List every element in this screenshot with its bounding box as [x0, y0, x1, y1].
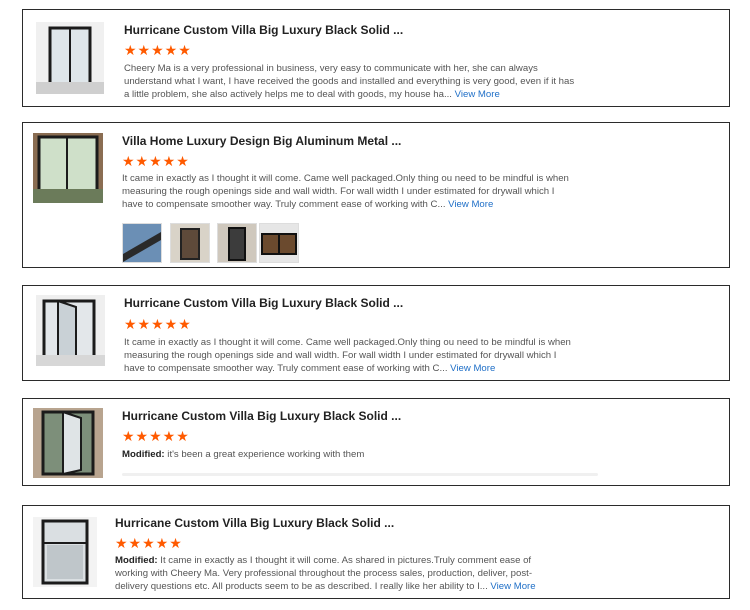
review-photo-1[interactable] — [122, 223, 162, 263]
review-text: Modified: It came in exactly as I though… — [115, 554, 555, 593]
review-text: It came in exactly as I thought it will … — [122, 172, 577, 211]
review-card: Hurricane Custom Villa Big Luxury Black … — [22, 398, 730, 486]
review-text: Modified: it's been a great experience w… — [122, 448, 577, 461]
review-photo-2[interactable] — [170, 223, 210, 263]
modified-label: Modified: — [115, 555, 158, 566]
photo-image — [171, 224, 209, 262]
star-rating: ★★★★★ — [122, 153, 190, 169]
star-rating: ★★★★★ — [124, 42, 192, 58]
review-text: It came in exactly as I thought it will … — [124, 336, 579, 375]
photo-image — [123, 224, 161, 262]
review-product-title[interactable]: Hurricane Custom Villa Big Luxury Black … — [115, 516, 394, 530]
review-card: Hurricane Custom Villa Big Luxury Black … — [22, 9, 730, 107]
product-thumbnail[interactable] — [33, 133, 103, 203]
door-image — [33, 517, 97, 587]
review-text: Cheery Ma is a very professional in busi… — [124, 62, 579, 101]
view-more-link[interactable]: View More — [450, 363, 495, 374]
view-more-link[interactable]: View More — [455, 89, 500, 100]
review-photo-3[interactable] — [217, 223, 257, 263]
door-image — [33, 133, 103, 203]
review-text-content: It came in exactly as I thought it will … — [124, 337, 571, 374]
product-thumbnail[interactable] — [33, 517, 97, 587]
review-card: Hurricane Custom Villa Big Luxury Black … — [22, 285, 730, 381]
photo-image — [218, 224, 256, 262]
product-thumbnail[interactable] — [36, 22, 104, 94]
door-image — [36, 295, 105, 366]
review-text-content: It came in exactly as I thought it will … — [115, 555, 533, 592]
review-product-title[interactable]: Hurricane Custom Villa Big Luxury Black … — [124, 23, 403, 37]
star-rating: ★★★★★ — [122, 428, 190, 444]
product-thumbnail[interactable] — [36, 295, 105, 366]
photo-image — [260, 224, 298, 262]
product-thumbnail[interactable] — [33, 408, 103, 478]
review-card: Hurricane Custom Villa Big Luxury Black … — [22, 505, 730, 599]
review-photo-4[interactable] — [259, 223, 299, 263]
review-text-content: It came in exactly as I thought it will … — [122, 173, 569, 210]
review-card: Villa Home Luxury Design Big Aluminum Me… — [22, 122, 730, 268]
star-rating: ★★★★★ — [115, 535, 183, 551]
door-image — [36, 22, 104, 94]
review-text-content: it's been a great experience working wit… — [164, 449, 365, 460]
review-text-content: Cheery Ma is a very professional in busi… — [124, 63, 575, 100]
star-rating: ★★★★★ — [124, 316, 192, 332]
modified-label: Modified: — [122, 449, 165, 460]
review-product-title[interactable]: Hurricane Custom Villa Big Luxury Black … — [124, 296, 403, 310]
view-more-link[interactable]: View More — [448, 199, 493, 210]
divider — [122, 473, 598, 476]
review-product-title[interactable]: Hurricane Custom Villa Big Luxury Black … — [122, 409, 401, 423]
review-product-title[interactable]: Villa Home Luxury Design Big Aluminum Me… — [122, 134, 401, 148]
view-more-link[interactable]: View More — [490, 581, 535, 592]
door-image — [33, 408, 103, 478]
